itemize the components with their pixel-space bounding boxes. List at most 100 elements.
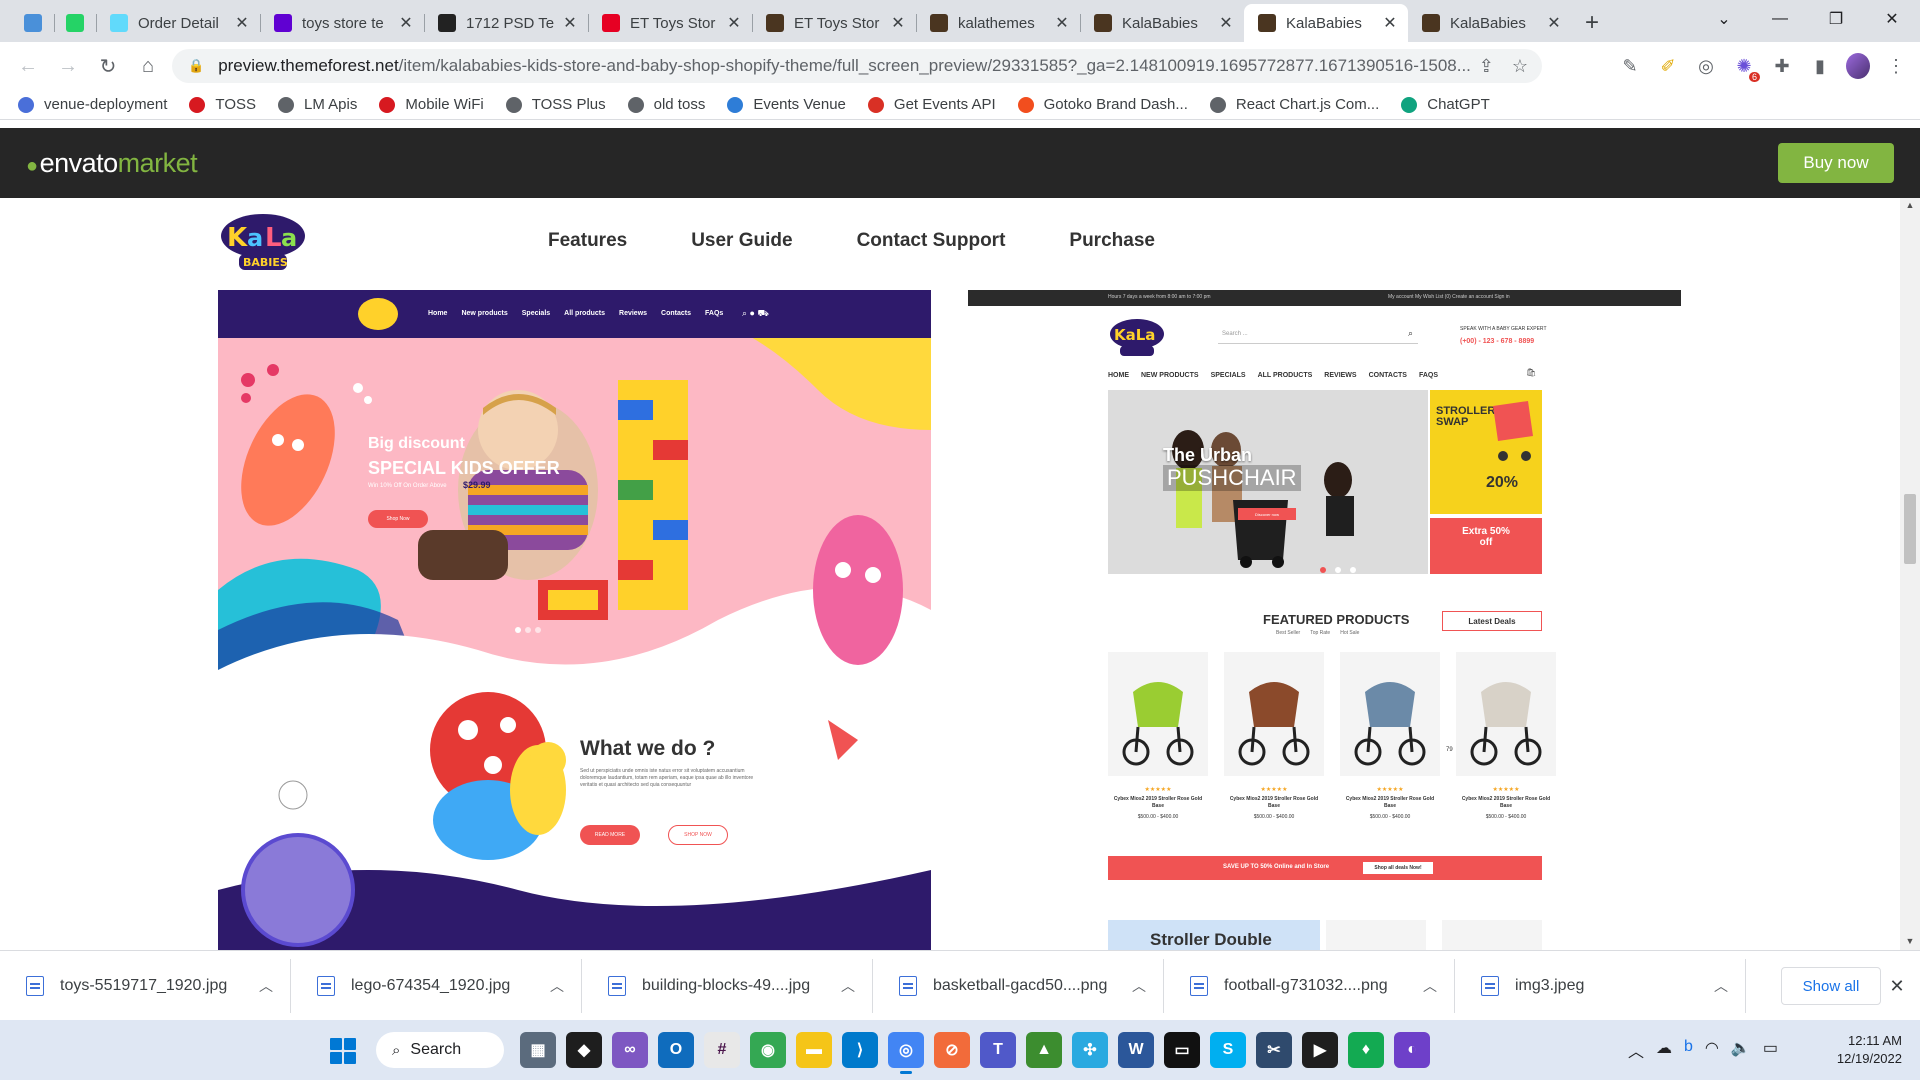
show-all-downloads-button[interactable]: Show all (1781, 967, 1881, 1005)
close-window-button[interactable]: ✕ (1864, 0, 1920, 38)
browser-tab[interactable]: kalathemes ✕ (916, 4, 1080, 42)
snipping-tool-icon[interactable]: ✂ (1256, 1032, 1292, 1068)
photos-icon[interactable]: ▲ (1026, 1032, 1062, 1068)
back-button[interactable]: ← (8, 46, 48, 86)
chrome-icon[interactable]: ◎ (888, 1032, 924, 1074)
word-icon[interactable]: W (1118, 1032, 1154, 1068)
tab-close-icon[interactable]: ✕ (234, 13, 250, 33)
scroll-down-arrow-icon[interactable]: ▼ (1900, 936, 1920, 950)
download-item[interactable]: football-g731032....png ︿ (1164, 958, 1455, 1013)
side-panel-icon[interactable]: ▮ (1808, 54, 1832, 78)
tab-search-chevron-icon[interactable]: ⌄ (1696, 0, 1752, 38)
tab-close-icon[interactable]: ✕ (890, 13, 906, 33)
bookmark-item[interactable]: venue-deployment (18, 96, 167, 113)
browser-tab[interactable]: 1712 PSD Te ✕ (424, 4, 588, 42)
browser-tab[interactable]: KalaBabies ✕ (1080, 4, 1244, 42)
bookmark-item[interactable]: Gotoko Brand Dash... (1017, 96, 1188, 113)
vscode-icon[interactable]: ⟩ (842, 1032, 878, 1068)
preview-screenshot-left[interactable]: Home New products Specials All products Revi… (218, 290, 931, 950)
download-item[interactable]: toys-5519717_1920.jpg ︿ (0, 958, 291, 1013)
tab-close-icon[interactable]: ✕ (1218, 13, 1234, 33)
chevron-up-icon[interactable]: ︿ (1129, 976, 1149, 996)
browser-tab[interactable]: ET Toys Stor ✕ (752, 4, 916, 42)
chrome-alt-icon[interactable]: ◉ (750, 1032, 786, 1068)
network-app-icon[interactable]: ✣ (1072, 1032, 1108, 1068)
bookmark-item[interactable]: Get Events API (867, 96, 996, 113)
browser-tab[interactable]: Order Detail ✕ (96, 4, 260, 42)
edit-icon[interactable]: ✎ (1618, 54, 1642, 78)
browser-tab[interactable] (12, 4, 54, 42)
bookmark-star-icon[interactable]: ☆ (1512, 56, 1528, 77)
browser-tab[interactable]: KalaBabies ✕ (1244, 4, 1408, 42)
minimize-button[interactable]: — (1752, 0, 1808, 38)
bookmark-item[interactable]: React Chart.js Com... (1209, 96, 1379, 113)
bookmark-item[interactable]: old toss (627, 96, 705, 113)
onedrive-icon[interactable]: ☁ (1656, 1038, 1672, 1062)
bookmark-item[interactable]: Events Venue (727, 96, 846, 113)
taskbar-clock[interactable]: 12:11 AM 12/19/2022 (1822, 1032, 1902, 1068)
camera-extension-icon[interactable]: ◎ (1694, 54, 1718, 78)
figma-icon[interactable]: ◆ (566, 1032, 602, 1068)
envato-logo[interactable]: ●envatomarket (26, 148, 198, 179)
mongodb-icon[interactable]: ♦ (1348, 1032, 1384, 1068)
browser-tab[interactable] (54, 4, 96, 42)
theme-nav-item[interactable]: Purchase (1069, 230, 1155, 252)
outlook-icon[interactable]: O (658, 1032, 694, 1068)
github-icon[interactable]: ◐ (1394, 1032, 1430, 1068)
download-item[interactable]: building-blocks-49....jpg ︿ (582, 958, 873, 1013)
bing-icon[interactable]: b (1684, 1038, 1693, 1062)
url-text[interactable]: preview.themeforest.net/item/kalababies-… (218, 56, 1479, 76)
theme-nav-item[interactable]: User Guide (691, 230, 792, 252)
page-scrollbar[interactable]: ▲ ▼ (1900, 198, 1920, 950)
terminal-icon[interactable]: ▭ (1164, 1032, 1200, 1068)
visual-studio-icon[interactable]: ∞ (612, 1032, 648, 1068)
tray-chevron-icon[interactable]: ︿ (1628, 1038, 1644, 1062)
volume-icon[interactable]: 🔈 (1731, 1038, 1751, 1062)
home-button[interactable]: ⌂ (128, 46, 168, 86)
close-downloads-icon[interactable]: ✕ (1882, 971, 1912, 1001)
scroll-up-arrow-icon[interactable]: ▲ (1900, 200, 1920, 214)
lock-icon[interactable]: 🔒 (188, 58, 204, 74)
skype-icon[interactable]: S (1210, 1032, 1246, 1068)
download-item[interactable]: basketball-gacd50....png ︿ (873, 958, 1164, 1013)
teams-icon[interactable]: T (980, 1032, 1016, 1068)
tab-close-icon[interactable]: ✕ (1054, 13, 1070, 33)
color-extension-icon[interactable]: ✺ 6 (1732, 54, 1760, 82)
share-icon[interactable]: ⇪ (1479, 56, 1494, 77)
download-item[interactable]: img3.jpeg ︿ (1455, 958, 1746, 1013)
theme-nav-item[interactable]: Contact Support (857, 230, 1006, 252)
tab-close-icon[interactable]: ✕ (562, 13, 578, 33)
eyedropper-extension-icon[interactable]: ✐ (1656, 54, 1680, 78)
buy-now-button[interactable]: Buy now (1778, 143, 1894, 183)
reload-button[interactable]: ↻ (88, 46, 128, 86)
download-item[interactable]: lego-674354_1920.jpg ︿ (291, 958, 582, 1013)
profile-avatar[interactable] (1846, 53, 1870, 79)
calculator-icon[interactable]: ▦ (520, 1032, 556, 1068)
chevron-up-icon[interactable]: ︿ (1711, 976, 1731, 996)
taskbar-search[interactable]: ⌕ Search (376, 1032, 504, 1068)
bookmark-item[interactable]: ChatGPT (1401, 96, 1490, 113)
scroll-thumb[interactable] (1904, 494, 1916, 564)
chevron-up-icon[interactable]: ︿ (547, 976, 567, 996)
address-bar[interactable]: 🔒 preview.themeforest.net/item/kalababie… (172, 49, 1542, 83)
browser-tab[interactable]: toys store te ✕ (260, 4, 424, 42)
kala-babies-logo[interactable]: K a L a BABIES (217, 210, 309, 276)
forward-button[interactable]: → (48, 46, 88, 86)
bookmark-item[interactable]: LM Apis (278, 96, 357, 113)
chevron-up-icon[interactable]: ︿ (838, 976, 858, 996)
menu-kebab-icon[interactable]: ⋮ (1884, 54, 1908, 78)
theme-nav-item[interactable]: Features (548, 230, 627, 252)
bookmark-item[interactable]: TOSS Plus (505, 96, 606, 113)
preview-screenshot-right[interactable]: Hours 7 days a week from 8:00 am to 7:00… (968, 290, 1681, 950)
restore-button[interactable]: ❐ (1808, 0, 1864, 38)
bookmark-item[interactable]: TOSS (189, 96, 256, 113)
tab-close-icon[interactable]: ✕ (726, 13, 742, 33)
browser-tab[interactable]: ET Toys Stor ✕ (588, 4, 752, 42)
media-player-icon[interactable]: ▶ (1302, 1032, 1338, 1068)
wifi-icon[interactable]: ◠ (1705, 1038, 1719, 1062)
chevron-up-icon[interactable]: ︿ (1420, 976, 1440, 996)
tab-close-icon[interactable]: ✕ (1382, 13, 1398, 33)
windows-start-icon[interactable] (330, 1038, 356, 1064)
new-tab-button[interactable]: + (1572, 4, 1612, 42)
bookmark-item[interactable]: Mobile WiFi (379, 96, 484, 113)
